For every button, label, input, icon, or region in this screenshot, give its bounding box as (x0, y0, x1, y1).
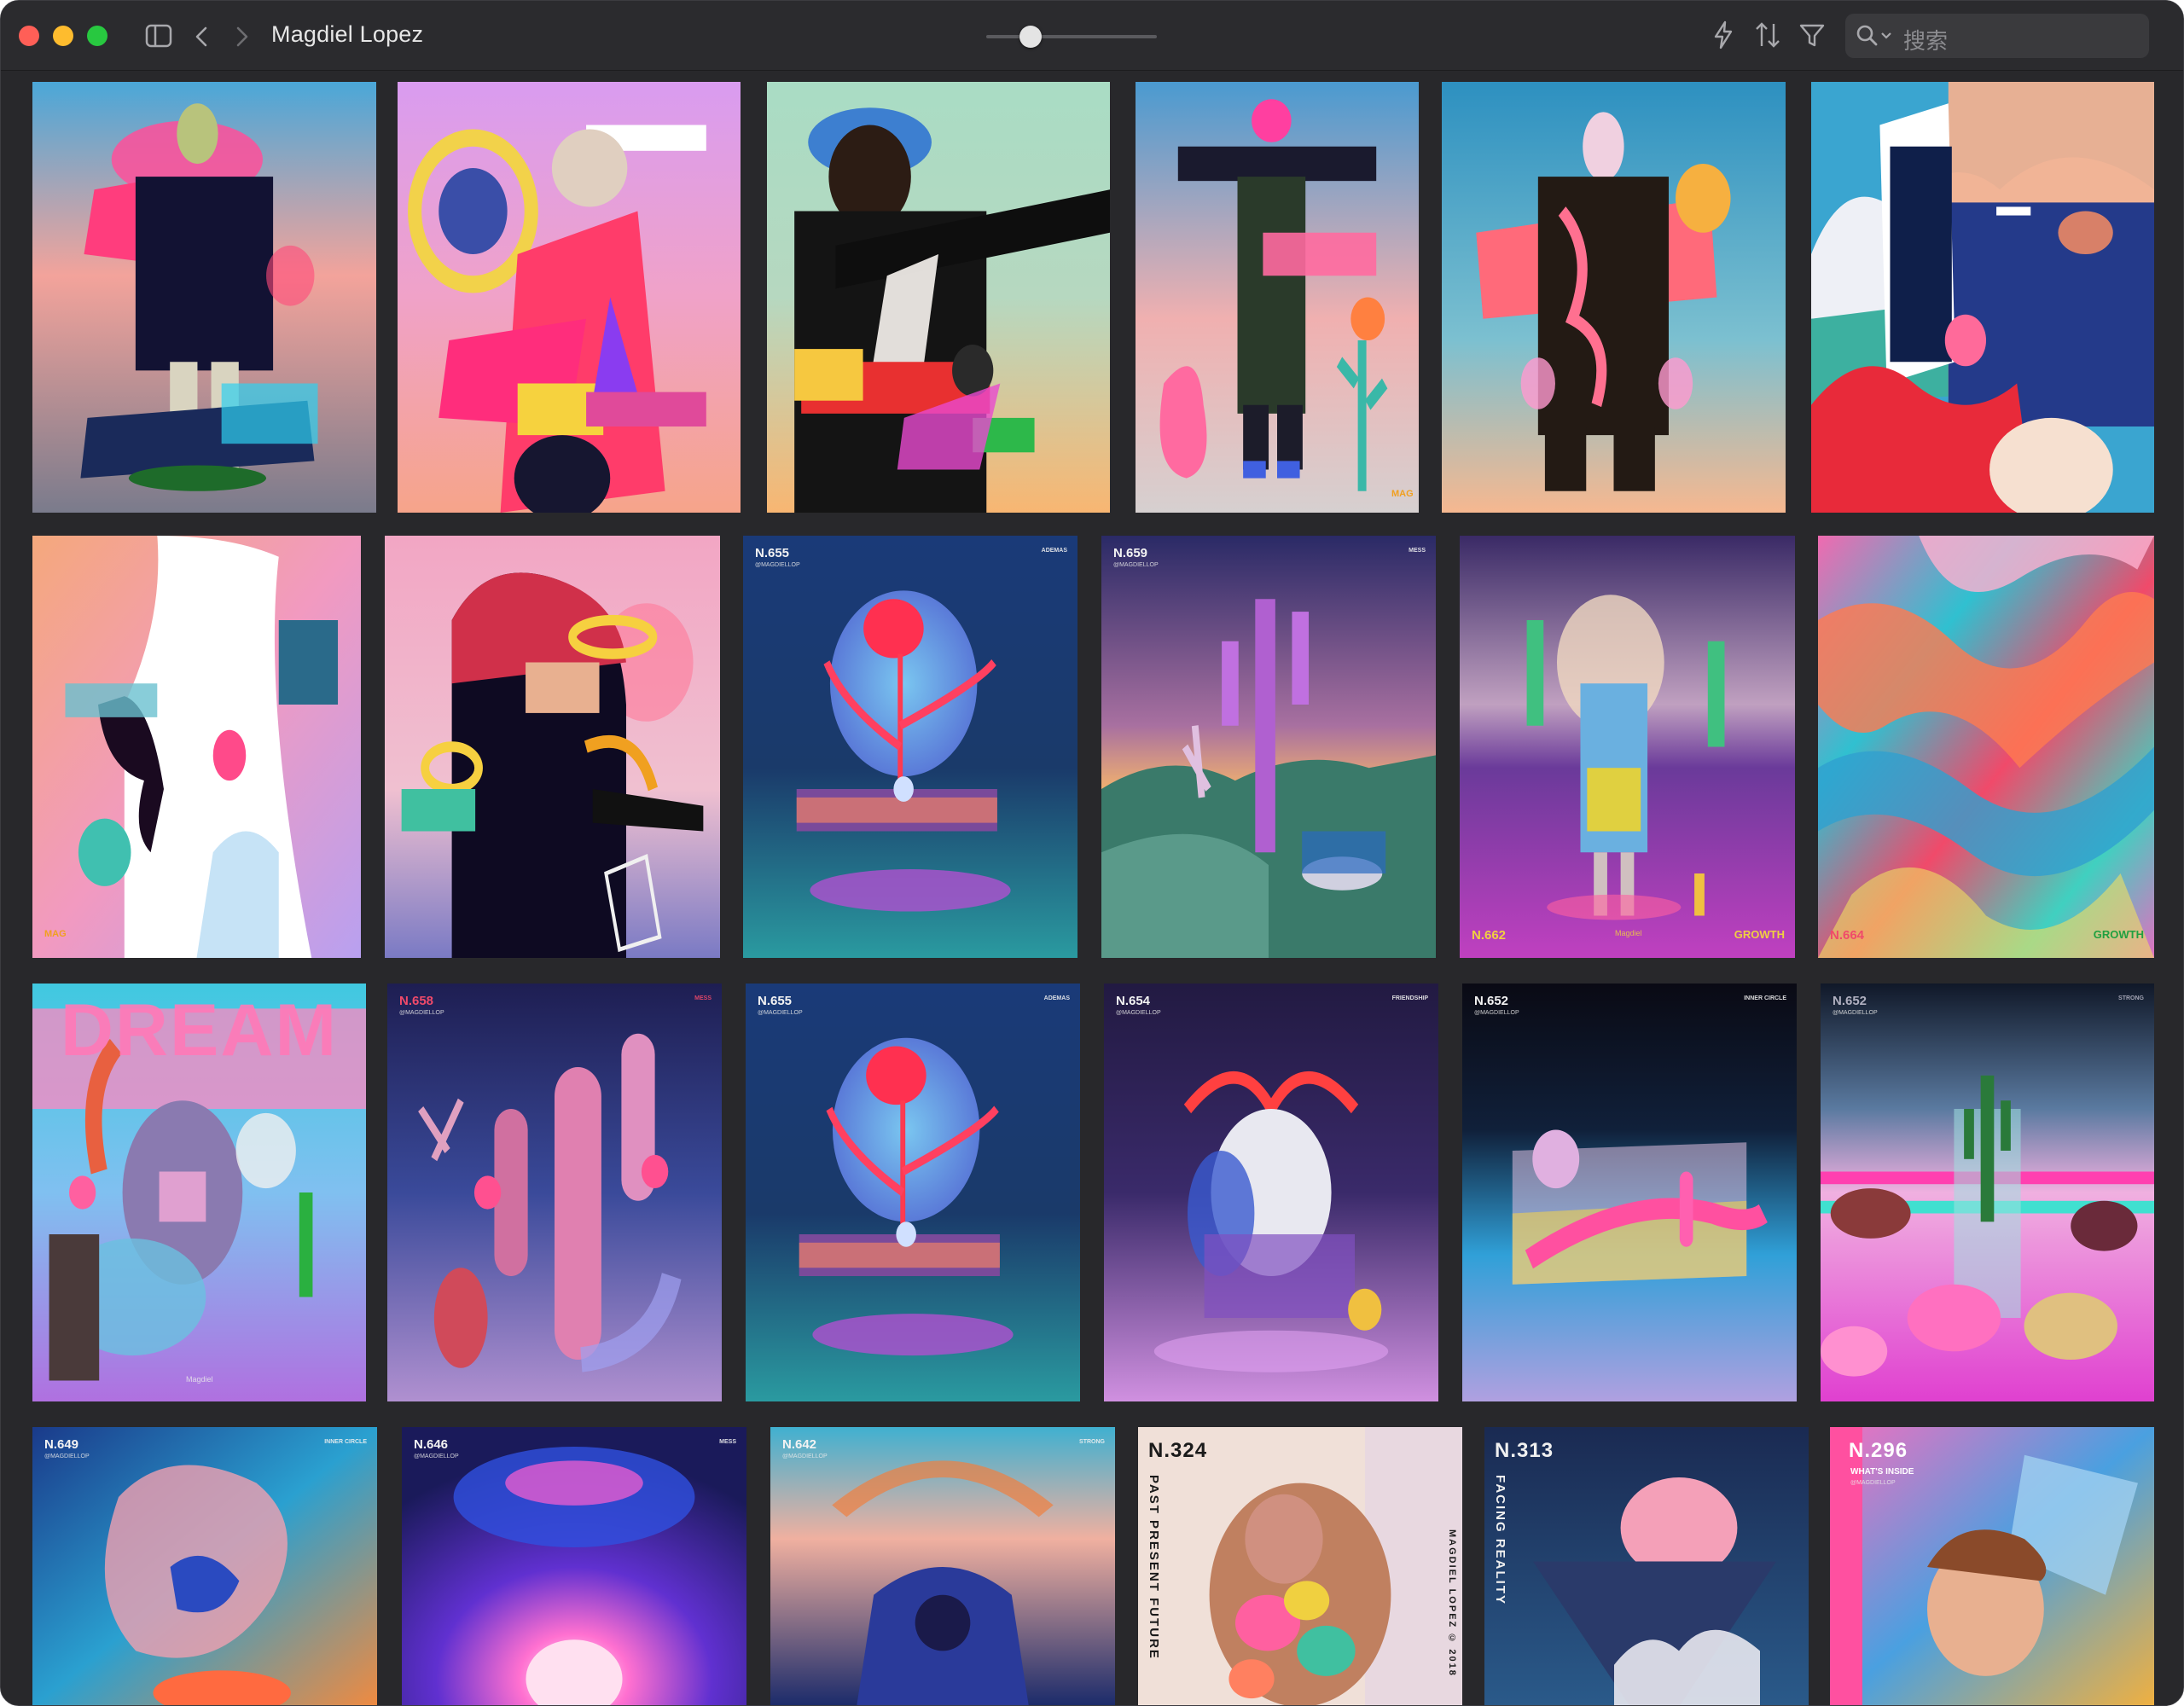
sidebar-toggle-icon[interactable] (144, 23, 173, 49)
artwork-series: MESS (694, 995, 712, 1001)
artwork-thumbnail[interactable]: N.313 FACING REALITY (1484, 1427, 1809, 1705)
artwork-number: N.662 (1472, 928, 1507, 943)
artwork-signature: Magdiel (186, 1375, 213, 1384)
artwork-thumbnail[interactable] (385, 536, 720, 958)
artwork-handle: @MAGDIELLOP (755, 562, 800, 568)
artwork-credit: MAGDIEL LOPEZ © 2018 (1447, 1529, 1457, 1677)
artwork-thumbnail[interactable] (1811, 82, 2154, 513)
artwork-number: N.655 (758, 994, 793, 1008)
artwork-thumbnail[interactable]: MAG (32, 536, 361, 958)
artwork-number: N.642 (782, 1437, 817, 1452)
search-icon[interactable] (1854, 22, 1881, 49)
artwork-thumbnail[interactable]: N.642 @MAGDIELLOP STRONG (770, 1427, 1115, 1705)
artwork-number: N.324 (1148, 1439, 1208, 1462)
artwork-handle: @MAGDIELLOP (44, 1454, 90, 1459)
sort-icon[interactable] (1753, 20, 1782, 50)
artwork-thumbnail[interactable]: N.646 @MAGDIELLOP MESS (402, 1427, 746, 1705)
artwork-number: N.652 (1474, 994, 1509, 1008)
artwork-number: N.313 (1495, 1439, 1554, 1462)
zoom-window-button[interactable] (87, 26, 107, 46)
artwork-series: INNER CIRCLE (1744, 995, 1786, 1001)
forward-chevron-icon[interactable] (231, 25, 253, 49)
artwork-series: STRONG (1079, 1439, 1105, 1445)
zoom-slider[interactable] (986, 35, 1157, 38)
search-placeholder: 搜索 (1903, 29, 1949, 55)
artwork-number: N.296 (1849, 1439, 1908, 1462)
zoom-slider-knob[interactable] (1019, 26, 1042, 48)
artwork-thumbnail[interactable]: N.655 @MAGDIELLOP ADEMAS (746, 984, 1080, 1401)
filter-icon[interactable] (1798, 21, 1827, 49)
artwork-number: N.655 (755, 546, 790, 560)
artwork-series: ADEMAS (1043, 995, 1070, 1001)
artwork-thumbnail[interactable] (32, 82, 376, 513)
artwork-thumbnail[interactable]: N.662 GROWTH Magdiel (1460, 536, 1795, 958)
artwork-title: PAST PRESENT FUTURE (1147, 1475, 1161, 1660)
artwork-handle: @MAGDIELLOP (758, 1010, 803, 1016)
artwork-number: N.646 (414, 1437, 449, 1452)
artwork-handle: @MAGDIELLOP (1474, 1010, 1519, 1016)
artwork-signature: Magdiel (1615, 929, 1642, 937)
artwork-thumbnail[interactable]: N.664 GROWTH (1818, 536, 2154, 958)
artwork-series: ADEMAS (1041, 548, 1067, 554)
close-window-button[interactable] (19, 26, 39, 46)
lightning-icon[interactable] (1711, 20, 1736, 50)
artwork-number: N.649 (44, 1437, 79, 1452)
artwork-handle: @MAGDIELLOP (1833, 1010, 1878, 1016)
artwork-thumbnail[interactable]: N.652 @MAGDIELLOP STRONG (1821, 984, 2154, 1401)
artwork-thumbnail[interactable]: N.655 @MAGDIELLOP ADEMAS (743, 536, 1077, 958)
artwork-number: N.658 (399, 994, 434, 1008)
back-chevron-icon[interactable] (190, 25, 212, 49)
chevron-down-icon[interactable] (1879, 29, 1893, 43)
artwork-series: GROWTH (1734, 928, 1785, 941)
artwork-label: MAG (44, 929, 67, 939)
artwork-thumbnail[interactable] (398, 82, 741, 513)
artwork-series: GROWTH (2093, 928, 2144, 941)
artwork-series: STRONG (2118, 995, 2144, 1001)
artwork-number: N.652 (1833, 994, 1867, 1008)
artwork-thumbnail[interactable]: DREAM Magdiel (32, 984, 366, 1401)
artwork-handle: @MAGDIELLOP (782, 1454, 828, 1459)
artwork-thumbnail[interactable]: N.649 @MAGDIELLOP INNER CIRCLE (32, 1427, 377, 1705)
artwork-title: DREAM (60, 989, 339, 1071)
search-field[interactable]: 搜索 (1845, 14, 2149, 58)
artwork-handle: @MAGDIELLOP (414, 1454, 459, 1459)
artwork-label: MAG (1391, 489, 1414, 499)
artwork-thumbnail[interactable]: N.296 WHAT'S INSIDE @MAGDIELLOP (1830, 1427, 2154, 1705)
artwork-thumbnail[interactable] (767, 82, 1110, 513)
window-title: Magdiel Lopez (271, 21, 424, 47)
artwork-series: MESS (719, 1439, 736, 1445)
app-window: Magdiel Lopez 搜索 MAG MAG N.655 @MAGDIELL… (0, 0, 2184, 1706)
artwork-series: MESS (1409, 548, 1426, 554)
artwork-thumbnail[interactable] (1442, 82, 1786, 513)
artwork-handle: @MAGDIELLOP (1113, 562, 1159, 568)
artwork-number: N.664 (1830, 928, 1865, 943)
artwork-series: INNER CIRCLE (324, 1439, 367, 1445)
artwork-thumbnail[interactable]: N.324 PAST PRESENT FUTURE MAGDIEL LOPEZ … (1138, 1427, 1462, 1705)
toolbar: Magdiel Lopez 搜索 (1, 1, 2183, 71)
artwork-handle: @MAGDIELLOP (1850, 1480, 1896, 1486)
artwork-series: FRIENDSHIP (1391, 995, 1428, 1001)
artwork-thumbnail[interactable]: N.659 @MAGDIELLOP MESS (1101, 536, 1436, 958)
artwork-handle: @MAGDIELLOP (1116, 1010, 1161, 1016)
artwork-title: WHAT'S INSIDE (1850, 1467, 1914, 1477)
artwork-number: N.654 (1116, 994, 1151, 1008)
artwork-handle: @MAGDIELLOP (399, 1010, 444, 1016)
artwork-title: FACING REALITY (1493, 1475, 1507, 1606)
artwork-number: N.659 (1113, 546, 1148, 560)
artwork-thumbnail[interactable]: N.658 @MAGDIELLOP MESS (387, 984, 722, 1401)
artwork-thumbnail[interactable]: N.652 @MAGDIELLOP INNER CIRCLE (1462, 984, 1797, 1401)
minimize-window-button[interactable] (53, 26, 73, 46)
artwork-thumbnail[interactable]: MAG (1136, 82, 1419, 513)
artwork-thumbnail[interactable]: N.654 @MAGDIELLOP FRIENDSHIP (1104, 984, 1438, 1401)
